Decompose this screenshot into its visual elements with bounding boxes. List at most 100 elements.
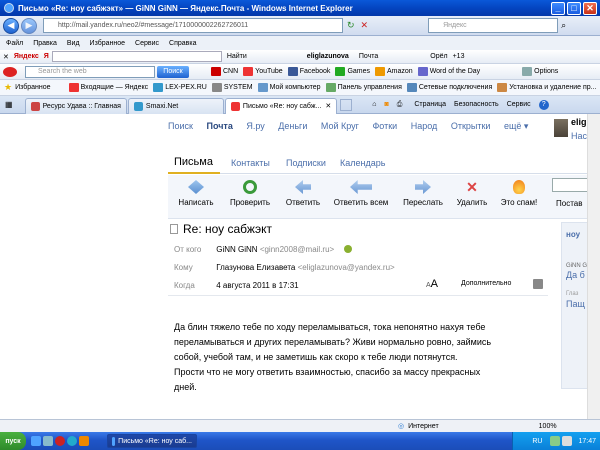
ql-skype-icon[interactable] [67, 436, 77, 446]
bm-games[interactable]: Games [335, 67, 370, 76]
fav-control-panel[interactable]: Панель управления [325, 83, 402, 92]
menu-service[interactable]: Сервис [507, 101, 531, 108]
tab-grid-icon[interactable]: ▦ [5, 100, 13, 109]
bm-youtube[interactable]: YouTube [243, 67, 283, 76]
options-button[interactable]: Options [522, 67, 558, 76]
search-icon[interactable]: ⌕ [561, 20, 566, 31]
search-input[interactable]: Яндекс [428, 18, 559, 33]
compose-button[interactable]: Написать [174, 180, 218, 207]
print-icon[interactable]: ⎙ [397, 101, 403, 109]
menu-security[interactable]: Безопасность [454, 101, 499, 108]
vertical-scrollbar[interactable] [587, 114, 600, 419]
check-button[interactable]: Проверить [226, 180, 274, 207]
tray-icon-1[interactable] [550, 436, 561, 446]
nav-money[interactable]: Деньги [278, 121, 307, 131]
thread-item-link[interactable]: Да б [566, 270, 585, 280]
close-button[interactable]: ✕ [583, 1, 597, 15]
favorites-star-icon[interactable]: ★ [4, 82, 12, 93]
fav-system[interactable]: SYSTEM [211, 83, 253, 92]
refresh-icon[interactable]: ↻ [347, 20, 355, 31]
toolbar-logo-icon[interactable] [3, 66, 17, 77]
delete-button[interactable]: ✕ Удалить [452, 180, 492, 207]
yandex-find-button[interactable]: Найти [227, 53, 247, 60]
address-bar[interactable]: http://mail.yandex.ru/neo2/#message/1710… [43, 18, 343, 33]
user-name[interactable]: elig [571, 117, 587, 127]
section-contacts[interactable]: Контакты [231, 158, 270, 168]
yandex-weather[interactable]: +13 [453, 53, 465, 60]
task-ie-window[interactable]: Письмо «Re: ноу саб... [107, 434, 197, 448]
nav-more[interactable]: ещё ▾ [504, 121, 528, 131]
yandex-city[interactable]: Орёл [430, 53, 447, 60]
tab-yandex-mail[interactable]: Письмо «Re: ноу сабж... ✕ [224, 97, 338, 114]
fav-yandex-inbox[interactable]: Входящие — Яндекс [68, 83, 148, 92]
font-size-toggle[interactable]: AA [426, 278, 438, 290]
lang-indicator[interactable]: RU [532, 438, 542, 445]
close-toolbar-icon[interactable]: ✕ [3, 53, 9, 61]
start-button[interactable]: пуск [0, 432, 26, 450]
nav-narod[interactable]: Народ [411, 121, 438, 131]
nav-photos[interactable]: Фотки [372, 121, 397, 131]
back-button[interactable]: ◀ [3, 17, 19, 34]
menu-tools[interactable]: Сервис [135, 40, 159, 47]
tray-icon-2[interactable] [562, 436, 573, 446]
yandex-logo[interactable]: Яндекс [14, 53, 39, 60]
reply-all-button[interactable]: Ответить всем [328, 180, 394, 207]
avatar[interactable] [554, 119, 568, 137]
yandex-search-input[interactable] [51, 51, 222, 62]
nav-cards[interactable]: Открытки [451, 121, 491, 131]
google-search-input[interactable]: Search the web [25, 65, 155, 78]
yandex-user[interactable]: eliglazunova [307, 53, 349, 60]
section-calendar[interactable]: Календарь [340, 158, 385, 168]
home-icon[interactable]: ⌂ [372, 101, 376, 108]
fav-lexpex[interactable]: LEX-PEX.RU [153, 83, 207, 92]
ql-ie-icon[interactable] [31, 436, 41, 446]
feeds-icon[interactable]: ◙ [384, 101, 388, 108]
spam-button[interactable]: Это спам! [496, 180, 542, 207]
forward-mail-button[interactable]: Переслать [398, 180, 448, 207]
tab-close-icon[interactable]: ✕ [325, 102, 331, 110]
menu-favorites[interactable]: Избранное [90, 40, 125, 47]
tab-smaxi[interactable]: Smaxi.Net [127, 97, 224, 114]
to-name[interactable]: Глазунова Елизавета [216, 263, 295, 272]
bm-cnn[interactable]: CNN [211, 67, 238, 76]
maximize-button[interactable]: □ [567, 1, 581, 15]
details-link[interactable]: Дополнительно [461, 280, 511, 287]
fav-network[interactable]: Сетевые подключения [406, 83, 492, 92]
menu-edit[interactable]: Правка [33, 40, 57, 47]
forward-button[interactable]: ▶ [21, 17, 37, 34]
from-name[interactable]: GiNN GiNN [216, 245, 257, 254]
nav-moikrug[interactable]: Мой Круг [321, 121, 359, 131]
bm-amazon[interactable]: Amazon [375, 67, 413, 76]
menu-file[interactable]: Файл [6, 40, 23, 47]
fav-my-computer[interactable]: Мой компьютер [257, 83, 321, 92]
reply-button[interactable]: Ответить [280, 180, 326, 207]
print-icon[interactable] [533, 279, 543, 289]
new-tab-button[interactable] [340, 98, 353, 111]
section-letters[interactable]: Письма [174, 156, 213, 168]
bm-wotd[interactable]: Word of the Day [417, 67, 480, 76]
bm-facebook[interactable]: Facebook [287, 67, 330, 76]
section-subscriptions[interactable]: Подписки [286, 158, 326, 168]
menu-view[interactable]: Вид [67, 40, 80, 47]
google-search-button[interactable]: Поиск [157, 65, 189, 78]
fav-add-remove[interactable]: Установка и удаление пр... [497, 83, 597, 92]
thread-item-link-2[interactable]: Пащ [566, 299, 585, 309]
minimize-button[interactable]: _ [551, 1, 565, 15]
post-label[interactable]: Постав [556, 199, 582, 208]
nav-search[interactable]: Поиск [168, 121, 193, 131]
nav-mail[interactable]: Почта [206, 121, 232, 131]
yandex-mail[interactable]: Почта [359, 53, 378, 60]
ql-desktop-icon[interactable] [43, 436, 53, 446]
tab-udav[interactable]: Ресурс Удава :: Главная [24, 97, 127, 114]
ql-opera-icon[interactable] [55, 436, 65, 446]
zoom-level[interactable]: 100% [539, 423, 557, 430]
menu-page[interactable]: Страница [414, 101, 446, 108]
menu-help[interactable]: Справка [169, 40, 196, 47]
address-row: ◀ ▶ http://mail.yandex.ru/neo2/#message/… [0, 16, 600, 36]
favorites-label[interactable]: Избранное [15, 84, 50, 91]
ql-media-icon[interactable] [79, 436, 89, 446]
user-settings-link[interactable]: Нас [571, 131, 587, 141]
stop-icon[interactable]: ✕ [361, 20, 369, 31]
nav-yaru[interactable]: Я.ру [246, 121, 264, 131]
help-icon[interactable]: ? [538, 99, 549, 110]
